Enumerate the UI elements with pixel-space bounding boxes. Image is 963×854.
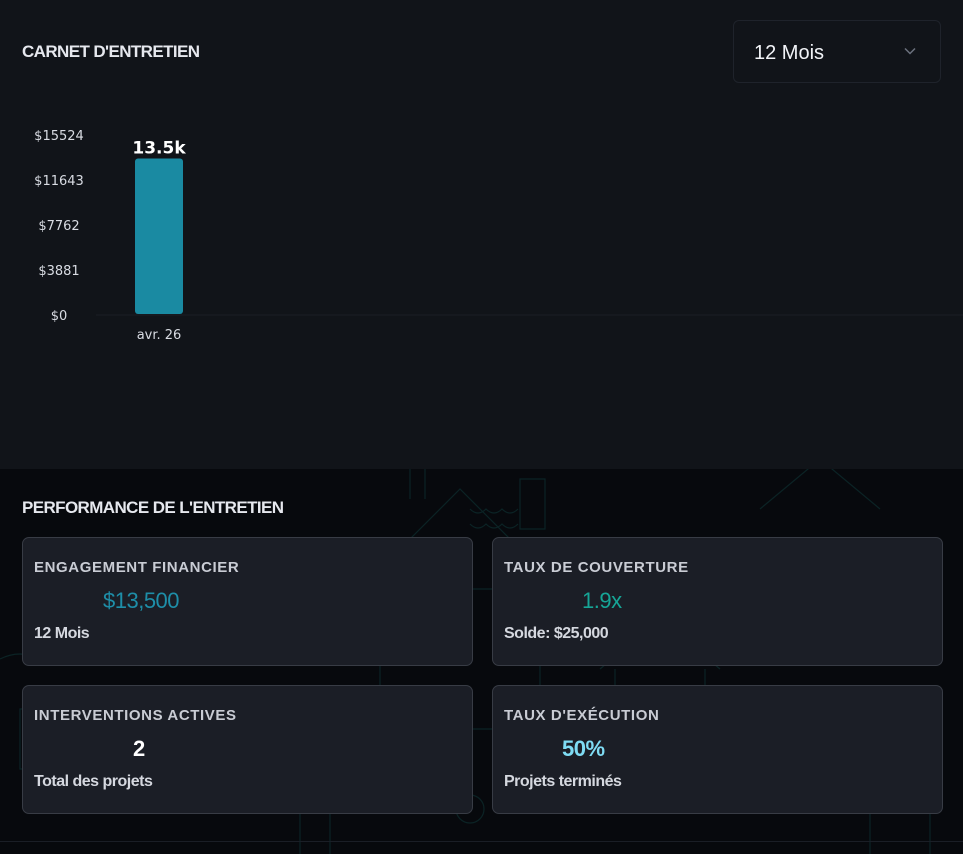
y-tick-label: $3881 [38,264,79,279]
chevron-down-icon [904,47,916,55]
card-label: TAUX DE COUVERTURE [504,559,689,576]
card-subtitle: 12 Mois [34,625,90,642]
card-value: 2 [133,736,145,761]
y-tick-label: $11643 [34,174,84,189]
bottom-divider [0,841,963,842]
maintenance-log-panel: CARNET D'ENTRETIEN 12 Mois $0 $3881 $7762 $… [0,0,963,469]
y-tick-label: $0 [51,309,68,324]
section-title: PERFORMANCE DE L'ENTRETIEN [22,498,284,517]
card-label: INTERVENTIONS ACTIVES [34,707,237,724]
y-axis: $0 $3881 $7762 $11643 $15524 [34,129,84,324]
bars: 13.5k [132,138,186,314]
chart-bar[interactable] [135,158,183,314]
card-coverage-rate: TAUX DE COUVERTURE 1.9x Solde: $25,000 [492,537,943,666]
bar-data-label: 13.5k [132,138,186,158]
card-value: 1.9x [582,588,622,613]
card-execution-rate: TAUX D'EXÉCUTION 50% Projets terminés [492,685,943,814]
card-subtitle: Projets terminés [504,773,622,790]
card-financial-commitment: ENGAGEMENT FINANCIER $13,500 12 Mois [22,537,473,666]
card-label: ENGAGEMENT FINANCIER [34,559,240,576]
card-value: 50% [562,736,605,761]
card-subtitle: Solde: $25,000 [504,625,609,642]
card-subtitle: Total des projets [34,773,153,790]
x-tick-label: avr. 26 [137,328,182,343]
card-label: TAUX D'EXÉCUTION [504,707,660,724]
performance-section: PERFORMANCE DE L'ENTRETIEN ENGAGEMENT FI… [0,469,963,854]
card-value: $13,500 [103,588,180,613]
x-axis: avr. 26 [137,328,182,343]
card-active-interventions: INTERVENTIONS ACTIVES 2 Total des projet… [22,685,473,814]
page-title: CARNET D'ENTRETIEN [22,42,200,61]
maintenance-chart: $0 $3881 $7762 $11643 $15524 avr. 26 13.5k [34,129,963,343]
period-select-value: 12 Mois [754,42,825,64]
period-select[interactable]: 12 Mois [733,20,941,83]
y-tick-label: $7762 [38,219,79,234]
y-tick-label: $15524 [34,129,84,144]
